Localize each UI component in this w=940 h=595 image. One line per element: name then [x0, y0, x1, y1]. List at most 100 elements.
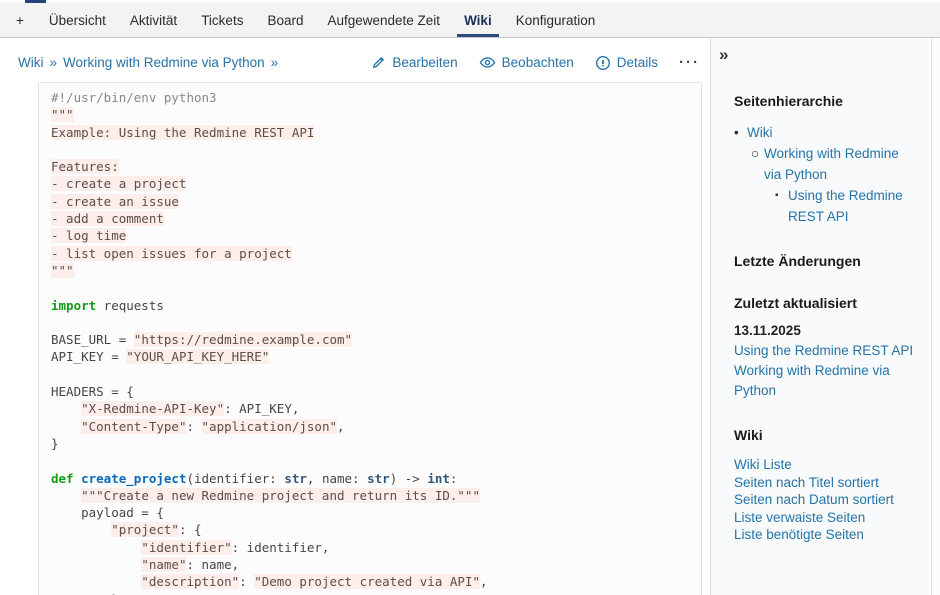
wiki-links-list: Wiki ListeSeiten nach Titel sortiertSeit…	[734, 456, 919, 544]
code-token: Features:	[51, 159, 119, 174]
code-token: :	[239, 574, 254, 589]
code-token: "identifier"	[141, 540, 231, 555]
top-tab[interactable]: Wiki	[452, 3, 504, 37]
code-token: HEADERS = {	[51, 384, 134, 399]
code-line: API_KEY = "YOUR_API_KEY_HERE"	[51, 348, 689, 365]
code-token: (identifier:	[186, 471, 284, 486]
wiki-menu-link[interactable]: Seiten nach Datum sortiert	[734, 491, 919, 509]
last-updated-page-link[interactable]: Working with Redmine via Python	[734, 361, 919, 401]
code-token: #!/usr/bin/env python3	[51, 90, 217, 105]
code-token: create_project	[81, 471, 186, 486]
hierarchy-item: ▪Using the Redmine REST API	[775, 185, 919, 227]
wiki-section-title: Wiki	[734, 427, 919, 443]
code-token: "project"	[111, 522, 179, 537]
code-token: }	[51, 592, 119, 595]
edit-label: Bearbeiten	[392, 55, 457, 70]
code-token: """	[51, 107, 74, 122]
bullet-icon: ▪	[775, 185, 788, 227]
watch-button[interactable]: Beobachten	[479, 55, 574, 70]
wiki-menu-link[interactable]: Seiten nach Titel sortiert	[734, 474, 919, 492]
watch-label: Beobachten	[502, 55, 574, 70]
code-token	[51, 419, 81, 434]
code-line: "project": {	[51, 521, 689, 538]
code-token: :	[186, 419, 201, 434]
code-token: "application/json"	[202, 419, 337, 434]
code-token	[51, 488, 81, 503]
code-token	[74, 471, 82, 486]
code-line: - log time	[51, 227, 689, 244]
code-line	[51, 452, 689, 469]
last-updated-title: Zuletzt aktualisiert	[734, 295, 919, 311]
code-token: Example: Using the Redmine REST API	[51, 125, 314, 140]
breadcrumb-link[interactable]: Working with Redmine via Python	[63, 55, 265, 70]
edit-button[interactable]: Bearbeiten	[371, 55, 457, 70]
top-tab[interactable]: +	[3, 3, 37, 37]
code-line: "Content-Type": "application/json",	[51, 418, 689, 435]
wiki-menu-link[interactable]: Liste benötigte Seiten	[734, 526, 919, 544]
details-button[interactable]: Details	[595, 55, 658, 71]
code-token	[51, 557, 141, 572]
code-line: "identifier": identifier,	[51, 539, 689, 556]
code-line	[51, 279, 689, 296]
code-token: - add a comment	[51, 211, 164, 226]
right-sidebar: » Seitenhierarchie •Wiki○Working with Re…	[710, 38, 931, 595]
hierarchy-item: ○Working with Redmine via Python	[751, 143, 919, 185]
main-row: Wiki » Working with Redmine via Python » Be…	[0, 38, 940, 595]
code-token: : name,	[186, 557, 239, 572]
top-tab[interactable]: Aktivität	[118, 3, 189, 37]
hierarchy-page-link[interactable]: Wiki	[747, 122, 773, 143]
pencil-icon	[371, 55, 386, 70]
hierarchy-page-link[interactable]: Working with Redmine via Python	[764, 143, 919, 185]
code-token: payload = {	[51, 505, 164, 520]
code-token: - list open issues for a project	[51, 246, 292, 261]
code-token: , name:	[307, 471, 367, 486]
code-line: "name": name,	[51, 556, 689, 573]
code-line: BASE_URL = "https://redmine.example.com"	[51, 331, 689, 348]
more-actions-button[interactable]: ···	[679, 54, 700, 71]
top-tab[interactable]: Aufgewendete Zeit	[315, 3, 452, 37]
code-line: #!/usr/bin/env python3	[51, 89, 689, 106]
top-tab[interactable]: Übersicht	[37, 3, 118, 37]
top-tab[interactable]: Board	[255, 3, 315, 37]
project-tab-bar: +ÜbersichtAktivitätTicketsBoardAufgewend…	[0, 3, 940, 38]
code-line: import requests	[51, 297, 689, 314]
breadcrumb-separator: »	[271, 55, 279, 70]
code-token: API_KEY =	[51, 349, 126, 364]
code-token: - create a project	[51, 176, 186, 191]
code-line: "X-Redmine-API-Key": API_KEY,	[51, 400, 689, 417]
code-line	[51, 366, 689, 383]
code-token	[51, 522, 111, 537]
code-token: """Create a new Redmine project and retu…	[81, 488, 480, 503]
code-line: """	[51, 106, 689, 123]
code-line: payload = {	[51, 504, 689, 521]
hierarchy-item: •Wiki	[734, 122, 919, 143]
page-hierarchy-list: •Wiki○Working with Redmine via Python▪Us…	[734, 122, 919, 227]
history-clock-icon	[595, 55, 611, 71]
top-tab[interactable]: Konfiguration	[504, 3, 608, 37]
breadcrumb: Wiki»Working with Redmine via Python»	[18, 55, 278, 70]
hierarchy-title: Seitenhierarchie	[734, 93, 919, 109]
code-token: str	[284, 471, 307, 486]
code-token: "description"	[141, 574, 239, 589]
code-line	[51, 314, 689, 331]
code-token: "YOUR_API_KEY_HERE"	[126, 349, 269, 364]
code-token: requests	[96, 298, 164, 313]
code-token: ) ->	[390, 471, 428, 486]
sidebar-collapse-icon[interactable]: »	[719, 46, 741, 64]
code-token: : API_KEY,	[224, 401, 299, 416]
wiki-menu-link[interactable]: Liste verwaiste Seiten	[734, 509, 919, 527]
code-line	[51, 141, 689, 158]
wiki-menu-link[interactable]: Wiki Liste	[734, 456, 919, 474]
last-updated-page-link[interactable]: Using the Redmine REST API	[734, 341, 919, 361]
hierarchy-page-link[interactable]: Using the Redmine REST API	[788, 185, 919, 227]
code-token: import	[51, 298, 96, 313]
code-line: """Create a new Redmine project and retu…	[51, 487, 689, 504]
code-line: - add a comment	[51, 210, 689, 227]
code-token: BASE_URL =	[51, 332, 134, 347]
code-token: """	[51, 263, 74, 278]
top-tab[interactable]: Tickets	[189, 3, 255, 37]
breadcrumb-link[interactable]: Wiki	[18, 55, 44, 70]
details-label: Details	[617, 55, 658, 70]
scrollbar-track[interactable]	[931, 38, 940, 595]
code-line: """	[51, 262, 689, 279]
